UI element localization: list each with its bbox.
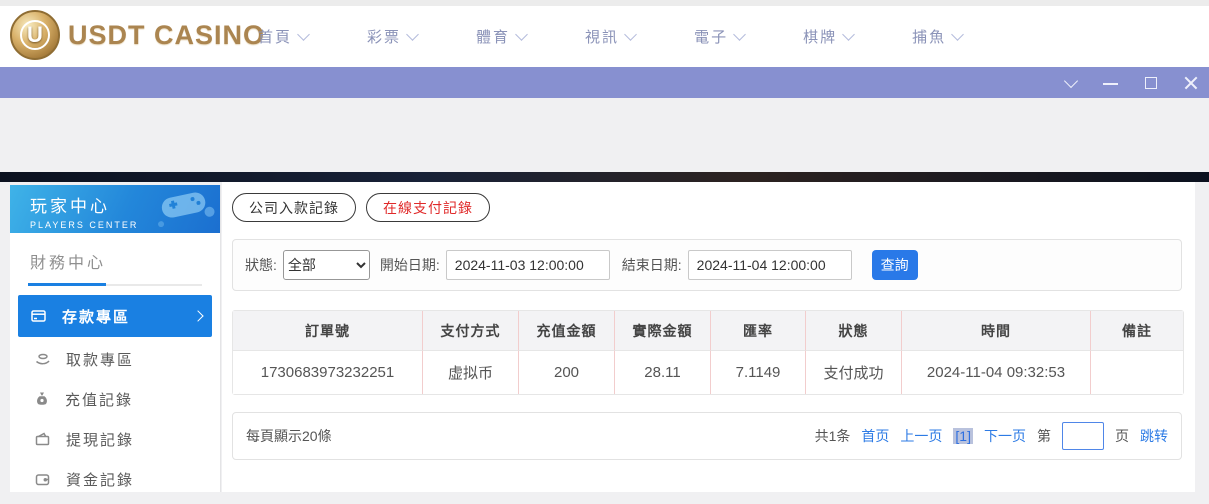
gamepad-icon <box>158 192 215 227</box>
nav-item-lottery[interactable]: 彩票 <box>367 26 419 47</box>
goto-suffix-label: 页 <box>1115 428 1129 444</box>
funds-purse-icon <box>34 471 51 487</box>
window-title-bar <box>0 67 1209 98</box>
column-header-status: 狀態 <box>806 311 902 351</box>
nav-item-live-video[interactable]: 視訊 <box>585 26 637 47</box>
status-label: 狀態: <box>245 257 277 273</box>
money-bag-icon <box>34 391 50 407</box>
chevron-down-icon <box>842 28 855 41</box>
first-page-link[interactable]: 首页 <box>861 426 889 446</box>
pagination-controls: 共1条 首页 上一页 [1] 下一页 第 页 跳转 <box>815 422 1168 450</box>
status-select[interactable]: 全部 <box>282 250 370 280</box>
deposit-card-icon <box>30 308 47 324</box>
column-header-pay-method: 支付方式 <box>423 311 519 351</box>
tab-online-payment-records[interactable]: 在線支付記錄 <box>366 193 490 222</box>
record-tabs: 公司入款記錄 在線支付記錄 <box>232 193 1185 222</box>
collapse-chevron-icon[interactable] <box>1063 73 1079 91</box>
sidebar-menu: 存款專區 取款專區 充值記錄 提現記錄 資金記錄 <box>10 295 220 499</box>
table-header-row: 訂單號 支付方式 充值金額 實際金額 匯率 狀態 時間 備註 <box>233 311 1183 351</box>
sidebar-item-label: 資金記錄 <box>66 471 135 489</box>
sidebar-item-label: 取款專區 <box>66 351 135 369</box>
close-icon[interactable] <box>1183 75 1199 91</box>
sidebar-item-recharge-records[interactable]: 充值記錄 <box>10 379 220 419</box>
dark-divider-band <box>0 172 1209 182</box>
sidebar-item-label: 提現記錄 <box>66 431 135 449</box>
chevron-down-icon <box>733 28 746 41</box>
current-page-indicator: [1] <box>953 428 973 444</box>
chevron-down-icon <box>297 28 310 41</box>
tab-company-deposit-records[interactable]: 公司入款記錄 <box>232 193 356 222</box>
table-row: 1730683973232251 虚拟币 200 28.11 7.1149 支付… <box>233 351 1183 394</box>
maximize-icon[interactable] <box>1143 75 1159 91</box>
cell-rate: 7.1149 <box>711 351 806 394</box>
sidebar-item-withdrawal-records[interactable]: 提現記錄 <box>10 419 220 459</box>
minimize-icon[interactable] <box>1103 75 1119 91</box>
sidebar-item-withdraw-zone[interactable]: 取款專區 <box>10 339 220 379</box>
goto-page-input[interactable] <box>1062 422 1104 450</box>
filter-bar: 狀態: 全部 開始日期: 結束日期: 查詢 <box>232 239 1182 291</box>
goto-prefix-label: 第 <box>1037 428 1051 444</box>
spacer-band <box>0 98 1209 172</box>
column-header-actual-amount: 實際金額 <box>615 311 711 351</box>
nav-item-sports[interactable]: 體育 <box>476 26 528 47</box>
window-controls <box>1063 67 1199 98</box>
brand-name: USDT CASINO <box>68 19 266 50</box>
nav-item-slots[interactable]: 電子 <box>694 26 746 47</box>
page-size-text: 每頁顯示20條 <box>246 428 332 444</box>
total-count-text: 共1条 <box>814 428 851 444</box>
sidebar-item-label: 充值記錄 <box>65 391 134 409</box>
sidebar-item-funds-records[interactable]: 資金記錄 <box>10 459 220 499</box>
end-date-input[interactable] <box>687 250 852 280</box>
nav-item-home[interactable]: 首頁 <box>258 26 310 47</box>
chevron-down-icon <box>406 28 419 41</box>
chevron-down-icon <box>951 28 964 41</box>
prev-page-link[interactable]: 上一页 <box>900 426 942 446</box>
cell-status: 支付成功 <box>806 351 902 394</box>
records-panel: 公司入款記錄 在線支付記錄 狀態: 全部 開始日期: 結束日期: 查詢 訂單號 … <box>222 182 1195 492</box>
cell-actual-amount: 28.11 <box>615 351 711 394</box>
column-header-time: 時間 <box>902 311 1091 351</box>
nav-item-chess[interactable]: 棋牌 <box>803 26 855 47</box>
end-date-label: 結束日期: <box>621 257 682 273</box>
withdraw-hand-icon <box>34 351 51 367</box>
column-header-order-no: 訂單號 <box>233 311 423 351</box>
start-date-input[interactable] <box>445 250 610 280</box>
chevron-down-icon <box>624 28 637 41</box>
start-date-label: 開始日期: <box>379 257 440 273</box>
top-navbar: U USDT CASINO 首頁 彩票 體育 視訊 電子 棋牌 捕魚 <box>0 6 1209 68</box>
cell-pay-method: 虚拟币 <box>423 351 519 394</box>
wallet-out-icon <box>34 431 51 447</box>
logo-letter: U <box>20 20 50 50</box>
orders-table: 訂單號 支付方式 充值金額 實際金額 匯率 狀態 時間 備註 173068397… <box>232 310 1184 395</box>
column-header-rate: 匯率 <box>711 311 806 351</box>
cell-time: 2024-11-04 09:32:53 <box>902 351 1091 394</box>
next-page-link[interactable]: 下一页 <box>984 426 1026 446</box>
search-button[interactable]: 查詢 <box>871 250 918 280</box>
goto-jump-link[interactable]: 跳转 <box>1140 426 1168 446</box>
sidebar-item-deposit-zone[interactable]: 存款專區 <box>18 295 212 337</box>
column-header-recharge-amount: 充值金額 <box>519 311 615 351</box>
nav-item-fishing[interactable]: 捕魚 <box>912 26 964 47</box>
player-center-sidebar: 玩家中心 PLAYERS CENTER 財務中心 存款專區 取款專區 充值記錄 … <box>10 185 221 492</box>
chevron-down-icon <box>515 28 528 41</box>
logo-ball-icon: U <box>10 10 60 60</box>
pagination-bar: 每頁顯示20條 共1条 首页 上一页 [1] 下一页 第 页 跳转 <box>232 412 1182 460</box>
sidebar-item-label: 存款專區 <box>62 308 131 326</box>
section-underline <box>28 283 202 286</box>
cell-recharge-amount: 200 <box>519 351 615 394</box>
main-nav: 首頁 彩票 體育 視訊 電子 棋牌 捕魚 <box>258 6 964 67</box>
brand-logo[interactable]: U USDT CASINO <box>10 10 265 60</box>
chevron-right-icon <box>192 310 204 322</box>
content-area: 玩家中心 PLAYERS CENTER 財務中心 存款專區 取款專區 充值記錄 … <box>0 182 1209 492</box>
sidebar-header: 玩家中心 PLAYERS CENTER <box>10 185 220 233</box>
sidebar-section-title: 財務中心 <box>30 255 107 272</box>
column-header-remark: 備註 <box>1091 311 1183 351</box>
cell-order-no: 1730683973232251 <box>233 351 423 394</box>
cell-remark <box>1091 351 1183 394</box>
